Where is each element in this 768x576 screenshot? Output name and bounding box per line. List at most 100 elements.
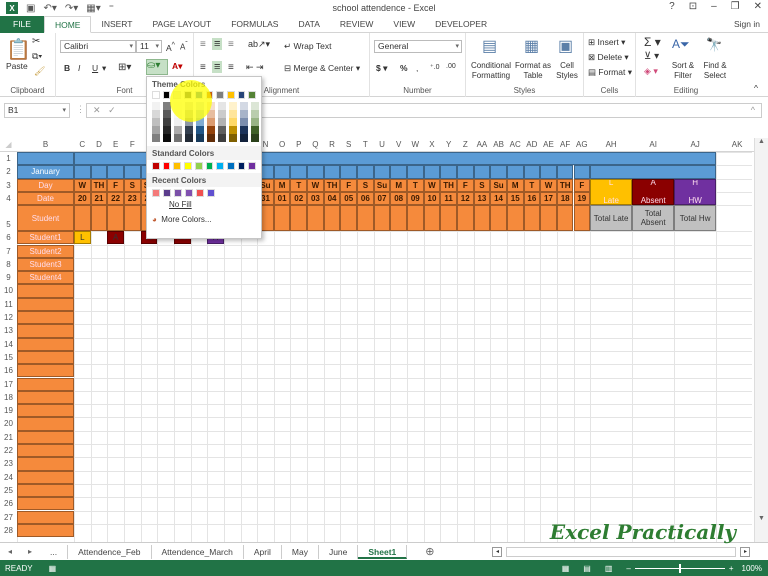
shade-swatch[interactable] (229, 118, 237, 126)
sheet-nav-next-icon[interactable]: ▸ (20, 547, 40, 556)
row-header[interactable]: 17 (0, 377, 17, 391)
student-name-cell[interactable] (17, 364, 74, 378)
row-header[interactable]: 26 (0, 497, 17, 511)
day-cell[interactable]: F (107, 178, 124, 192)
day-cell[interactable]: W (540, 178, 557, 192)
student-header-cell[interactable] (556, 205, 574, 232)
day-cell[interactable]: TH (323, 178, 341, 192)
save-icon[interactable]: ▣ (26, 3, 35, 14)
shade-swatch[interactable] (229, 134, 237, 142)
student-name-cell[interactable] (17, 483, 74, 498)
row-header[interactable]: 15 (0, 350, 17, 365)
day-cell[interactable]: S (357, 178, 374, 192)
month-band-cell[interactable] (357, 165, 374, 179)
shade-swatch[interactable] (207, 118, 215, 126)
sheet-tab-attendence-feb[interactable]: Attendence_Feb (68, 544, 152, 559)
column-header[interactable]: C (74, 138, 91, 152)
tab-data[interactable]: DATA (288, 16, 329, 33)
date-cell[interactable]: 12 (456, 191, 474, 206)
shade-swatch[interactable] (185, 110, 193, 118)
shade-swatch[interactable] (218, 134, 226, 142)
standard-color-swatch[interactable] (173, 162, 182, 170)
collapse-ribbon-icon[interactable]: ^ (754, 83, 758, 93)
month-band-cell[interactable] (440, 165, 457, 179)
date-cell[interactable]: 01 (273, 191, 291, 206)
column-header[interactable]: AB (490, 138, 507, 152)
student-name-cell[interactable]: Student4 (17, 271, 74, 285)
shade-swatch[interactable] (196, 102, 204, 110)
minimize-icon[interactable]: – (711, 1, 717, 12)
no-fill-option[interactable]: No Fill (147, 197, 261, 212)
shade-swatch[interactable] (196, 118, 204, 126)
sheet-nav-prev-icon[interactable]: ◂ (0, 547, 20, 556)
row-header[interactable]: 10 (0, 284, 17, 298)
tab-review[interactable]: REVIEW (330, 16, 384, 33)
student-header-cell[interactable] (123, 205, 141, 232)
day-cell[interactable]: TH (90, 178, 108, 192)
theme-color-swatch[interactable] (152, 91, 160, 99)
shade-swatch[interactable] (240, 110, 248, 118)
tab-home[interactable]: HOME (43, 15, 92, 33)
student-header-cell[interactable] (373, 205, 391, 232)
month-band-cell[interactable] (290, 165, 308, 179)
row-header[interactable]: 27 (0, 510, 17, 524)
month-band-cell[interactable] (74, 165, 91, 179)
date-cell[interactable]: 15 (506, 191, 524, 206)
indent-icons[interactable]: ⇤ ⇥ (246, 62, 264, 73)
month-band-cell[interactable] (323, 165, 341, 179)
zoom-level[interactable]: 100% (734, 564, 768, 573)
student-header-cell[interactable] (307, 205, 324, 232)
row-header[interactable]: 24 (0, 470, 17, 484)
paste-icon[interactable]: 📋 (6, 37, 31, 62)
shade-swatch[interactable] (218, 102, 226, 110)
month-band-cell[interactable] (490, 165, 507, 179)
shade-swatch[interactable] (240, 118, 248, 126)
column-header[interactable]: AK (716, 138, 758, 152)
student-header-cell[interactable] (473, 205, 491, 232)
student-header-cell[interactable] (107, 205, 124, 232)
student-header-cell[interactable] (407, 205, 424, 232)
row-header[interactable]: 18 (0, 390, 17, 405)
day-cell[interactable]: Su (490, 178, 507, 192)
row-header[interactable]: 28 (0, 523, 17, 538)
column-header[interactable]: Y (440, 138, 457, 152)
shade-swatch[interactable] (174, 102, 182, 110)
student-header-cell[interactable] (523, 205, 541, 232)
column-header[interactable]: D (91, 138, 108, 152)
date-cell[interactable]: 16 (523, 191, 541, 206)
recent-color-swatch[interactable] (207, 189, 215, 197)
delete-cells-button[interactable]: ⊠ Delete ▾ (588, 52, 629, 63)
row-header[interactable]: 14 (0, 337, 17, 351)
student-header-cell[interactable] (506, 205, 524, 232)
shade-swatch[interactable] (152, 102, 160, 110)
shade-swatch[interactable] (218, 126, 226, 134)
format-painter-icon[interactable]: 🖌 (34, 66, 45, 77)
undo-icon[interactable]: ↶▾ (43, 3, 56, 14)
student-name-cell[interactable] (17, 377, 74, 391)
student-name-cell[interactable] (17, 337, 74, 351)
customize-qat-icon[interactable]: ⁼ (109, 3, 114, 14)
month-band-cell[interactable] (407, 165, 424, 179)
shade-swatch[interactable] (163, 110, 171, 118)
legend-hw-cell[interactable]: H HW (674, 178, 717, 206)
paste-button[interactable]: Paste (6, 61, 28, 71)
shade-swatch[interactable] (251, 134, 259, 142)
cell-styles-button[interactable]: Cell Styles (552, 61, 582, 81)
student-name-cell[interactable] (17, 324, 74, 338)
date-cell[interactable]: 13 (473, 191, 491, 206)
row-header[interactable]: 21 (0, 430, 17, 444)
month-band-cell[interactable] (340, 165, 358, 179)
new-sheet-icon[interactable]: ⊕ (407, 545, 452, 558)
find-select-button[interactable]: Find & Select (698, 61, 732, 81)
header-band-cell[interactable] (17, 152, 74, 166)
date-cell[interactable]: 03 (307, 191, 324, 206)
column-header[interactable]: U (374, 138, 391, 152)
comma-button[interactable]: , (416, 63, 418, 73)
date-cell[interactable]: 17 (540, 191, 557, 206)
student-header-cell[interactable] (490, 205, 507, 232)
theme-color-swatch[interactable] (248, 91, 257, 99)
date-cell[interactable]: 10 (423, 191, 441, 206)
student-header-cell[interactable] (540, 205, 557, 232)
standard-color-swatch[interactable] (248, 162, 257, 170)
month-band-cell[interactable] (573, 165, 591, 179)
